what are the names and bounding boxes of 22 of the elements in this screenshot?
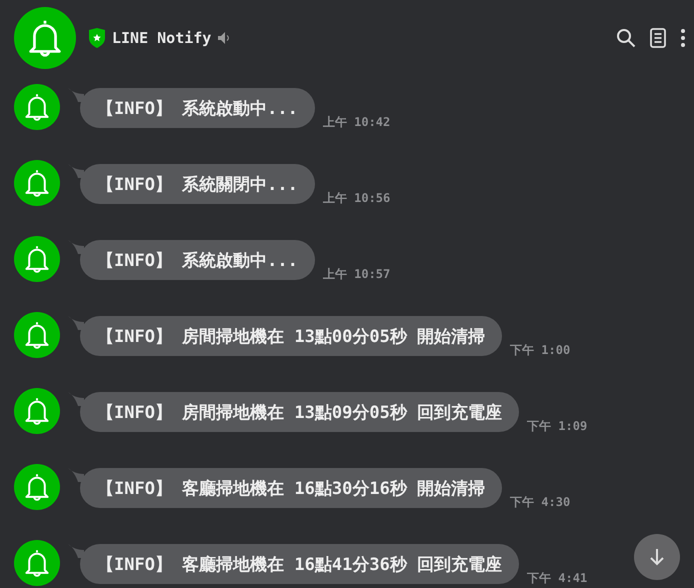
- bubble-tail: [68, 88, 84, 102]
- arrow-down-icon: [649, 548, 665, 566]
- bubble-tail: [68, 240, 84, 254]
- message-time: 上午 10:56: [322, 190, 390, 207]
- message-time: 上午 10:42: [322, 114, 390, 131]
- message-time: 下午 1:09: [527, 418, 588, 435]
- message-time: 下午 4:41: [527, 570, 588, 587]
- bubble-tail: [68, 544, 84, 558]
- more-icon[interactable]: [680, 28, 686, 48]
- message-time: 下午 1:00: [510, 342, 570, 359]
- bubble-tail: [68, 316, 84, 330]
- scroll-down-button[interactable]: [634, 534, 680, 580]
- bubble-tail: [68, 468, 84, 482]
- search-icon[interactable]: [616, 28, 636, 48]
- bubble-tail: [68, 392, 84, 406]
- bubble-tail: [68, 164, 84, 178]
- chat-title: LINE Notify: [112, 29, 212, 47]
- shield-icon: [88, 28, 106, 48]
- speaker-icon: [217, 31, 232, 45]
- message-time: 上午 10:57: [322, 266, 390, 283]
- message-time: 下午 4:30: [510, 494, 570, 511]
- notes-icon[interactable]: [650, 28, 666, 48]
